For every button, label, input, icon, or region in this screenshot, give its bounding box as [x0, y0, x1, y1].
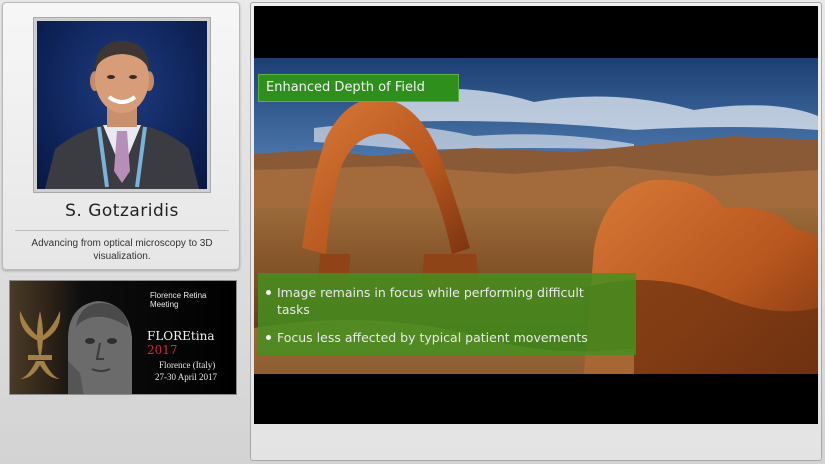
bullet-dot-icon	[266, 290, 271, 295]
speaker-portrait	[45, 41, 199, 189]
bullet-text: Image remains in focus while performing …	[277, 285, 584, 300]
talk-title: Advancing from optical microscopy to 3D …	[31, 238, 213, 262]
speaker-photo	[37, 21, 207, 189]
slide-title: Enhanced Depth of Field	[258, 74, 459, 102]
event-brand: FLOREtina 2017	[147, 329, 236, 357]
event-city: Florence (Italy)	[159, 360, 216, 370]
speaker-card: S. Gotzaridis Advancing from optical mic…	[2, 2, 240, 270]
event-year: 2017	[147, 343, 178, 357]
event-banner: Florence Retina Meeting FLOREtina 2017 F…	[9, 280, 237, 395]
bullet-box: Image remains in focus while performing …	[258, 273, 636, 355]
event-brand-name: FLOREtina	[147, 329, 215, 343]
speaker-name: S. Gotzaridis	[65, 201, 179, 221]
speaker-photo-frame	[33, 17, 211, 193]
bullet-item: Image remains in focus while performing …	[264, 284, 634, 318]
florence-lily-logo	[19, 301, 132, 394]
name-divider	[15, 230, 229, 231]
presentation-slide: Enhanced Depth of Field Image remains in…	[254, 6, 818, 424]
slide-panel: Enhanced Depth of Field Image remains in…	[250, 2, 822, 461]
event-dates: 27-30 April 2017	[155, 372, 217, 382]
bullet-text-continued: tasks	[277, 302, 310, 317]
bullet-item: Focus less affected by typical patient m…	[264, 329, 588, 346]
bullet-dot-icon	[266, 335, 271, 340]
bullet-text: Focus less affected by typical patient m…	[277, 330, 588, 345]
event-name: Florence Retina Meeting	[150, 291, 207, 309]
